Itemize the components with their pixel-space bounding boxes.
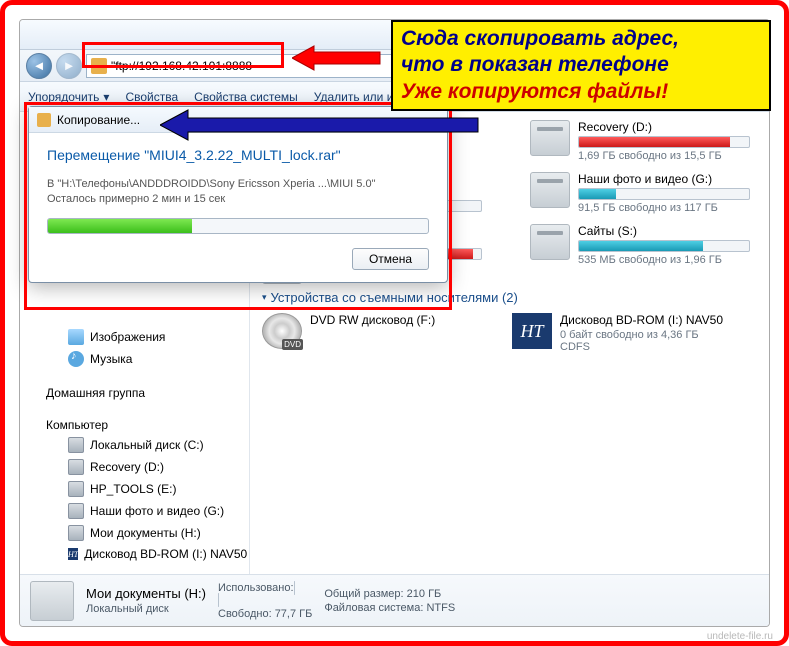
annotation-callout: Сюда скопировать адрес, что в показан те…: [391, 20, 771, 111]
hdd-icon: [68, 437, 84, 453]
sidebar-computer[interactable]: Компьютер: [20, 412, 249, 434]
properties-button[interactable]: Свойства: [125, 90, 178, 104]
status-name: Мои документы (H:): [86, 586, 206, 601]
drive-icon: [530, 120, 570, 156]
sidebar-item-mydocs[interactable]: Мои документы (H:): [20, 522, 249, 544]
drive-icon: [30, 581, 74, 621]
sidebar-item-photos[interactable]: Наши фото и видео (G:): [20, 500, 249, 522]
removable-group-header[interactable]: ▾ Устройства со съемными носителями (2): [262, 290, 757, 305]
annotation-arrow-blue: [160, 108, 480, 142]
sidebar-item-bdrom[interactable]: HTДисковод BD-ROM (I:) NAV50: [20, 544, 249, 564]
hdd-icon: [68, 459, 84, 475]
forward-button[interactable]: ►: [56, 53, 82, 79]
sidebar-homegroup[interactable]: Домашняя группа: [20, 380, 249, 402]
bdrom-icon: HT: [68, 548, 78, 560]
sidebar-item-images[interactable]: Изображения: [20, 326, 249, 348]
organize-menu[interactable]: Упорядочить ▾: [28, 90, 109, 104]
dvd-drive[interactable]: DVD RW дисковод (F:): [262, 313, 482, 353]
hdd-icon: [68, 481, 84, 497]
sidebar-item-music[interactable]: Музыка: [20, 348, 249, 370]
copy-icon: [37, 113, 51, 127]
watermark: undelete-file.ru: [707, 631, 773, 642]
dialog-title: Копирование...: [57, 113, 140, 127]
drive-icon: [530, 172, 570, 208]
sidebar-item-hptools[interactable]: HP_TOOLS (E:): [20, 478, 249, 500]
back-button[interactable]: ◄: [26, 53, 52, 79]
status-bar: Мои документы (H:) Локальный диск Исполь…: [20, 574, 769, 626]
bd-icon: HT: [512, 313, 552, 349]
drive-item[interactable]: Сайты (S:)535 МБ свободно из 1,96 ГБ: [530, 224, 750, 266]
system-properties-button[interactable]: Свойства системы: [194, 90, 298, 104]
images-icon: [68, 329, 84, 345]
dialog-heading: Перемещение "MIUI4_3.2.22_MULTI_lock.rar…: [47, 147, 429, 163]
sidebar-item-recovery[interactable]: Recovery (D:): [20, 456, 249, 478]
bd-drive[interactable]: HT Дисковод BD-ROM (I:) NAV50 0 байт сво…: [512, 313, 732, 353]
dialog-text: В "H:\Телефоны\ANDDDROIDD\Sony Ericsson …: [47, 177, 429, 208]
cancel-button[interactable]: Отмена: [352, 248, 429, 270]
annotation-arrow-red: [292, 44, 382, 72]
status-type: Локальный диск: [86, 603, 206, 615]
hdd-icon: [68, 503, 84, 519]
progress-bar: [47, 218, 429, 234]
drive-icon: [530, 224, 570, 260]
music-icon: [68, 351, 84, 367]
dvd-icon: [262, 313, 302, 349]
hdd-icon: [68, 525, 84, 541]
annotation-highlight-address: [82, 42, 284, 68]
sidebar-item-localdisk[interactable]: Локальный диск (C:): [20, 434, 249, 456]
drive-item[interactable]: Recovery (D:)1,69 ГБ свободно из 15,5 ГБ: [530, 120, 750, 162]
drive-item[interactable]: Наши фото и видео (G:)91,5 ГБ свободно и…: [530, 172, 750, 214]
